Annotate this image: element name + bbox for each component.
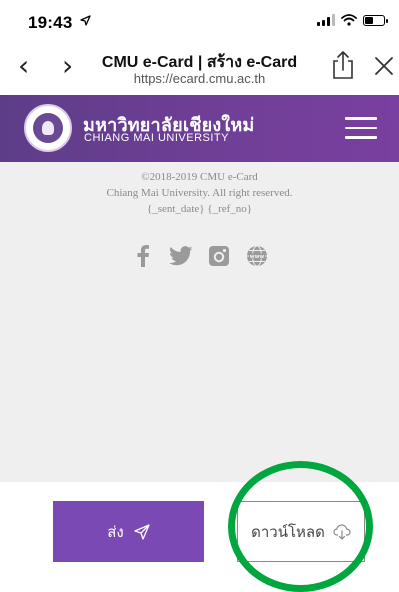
download-button[interactable]: ดาวน์โหลด <box>237 501 365 562</box>
social-links: www <box>0 244 399 268</box>
instagram-icon[interactable] <box>207 244 231 268</box>
status-bar: 19:43 <box>0 0 399 40</box>
send-button[interactable]: ส่ง <box>53 501 204 562</box>
copyright-text: ©2018-2019 CMU e-Card <box>141 171 258 183</box>
download-button-label: ดาวน์โหลด <box>251 523 325 541</box>
close-icon[interactable] <box>374 56 394 76</box>
facebook-icon[interactable] <box>131 244 155 268</box>
send-button-label: ส่ง <box>107 523 124 541</box>
university-name-english: CHIANG MAI UNIVERSITY <box>84 132 229 144</box>
cloud-download-icon <box>333 523 351 540</box>
template-placeholders: {_sent_date} {_ref_no} <box>146 203 253 215</box>
web-icon[interactable]: www <box>245 244 269 268</box>
rights-text: Chiang Mai University. All right reserve… <box>106 187 293 199</box>
status-time: 19:43 <box>28 13 73 32</box>
university-seal-logo[interactable] <box>24 104 72 152</box>
send-icon <box>134 523 150 540</box>
menu-icon[interactable] <box>345 117 377 139</box>
share-icon[interactable] <box>332 50 354 80</box>
wifi-icon <box>341 14 357 26</box>
svg-text:www: www <box>249 254 264 260</box>
page-content: ©2018-2019 CMU e-Card Chiang Mai Univers… <box>0 162 399 482</box>
signal-icon <box>317 14 335 26</box>
browser-nav-bar: ‹ › CMU e-Card | สร้าง e-Card https://ec… <box>0 40 399 95</box>
status-icons <box>317 14 388 26</box>
battery-icon <box>363 14 388 26</box>
location-arrow-icon <box>80 15 91 29</box>
twitter-icon[interactable] <box>168 244 193 268</box>
site-header: มหาวิทยาลัยเชียงใหม่ CHIANG MAI UNIVERSI… <box>0 95 399 162</box>
